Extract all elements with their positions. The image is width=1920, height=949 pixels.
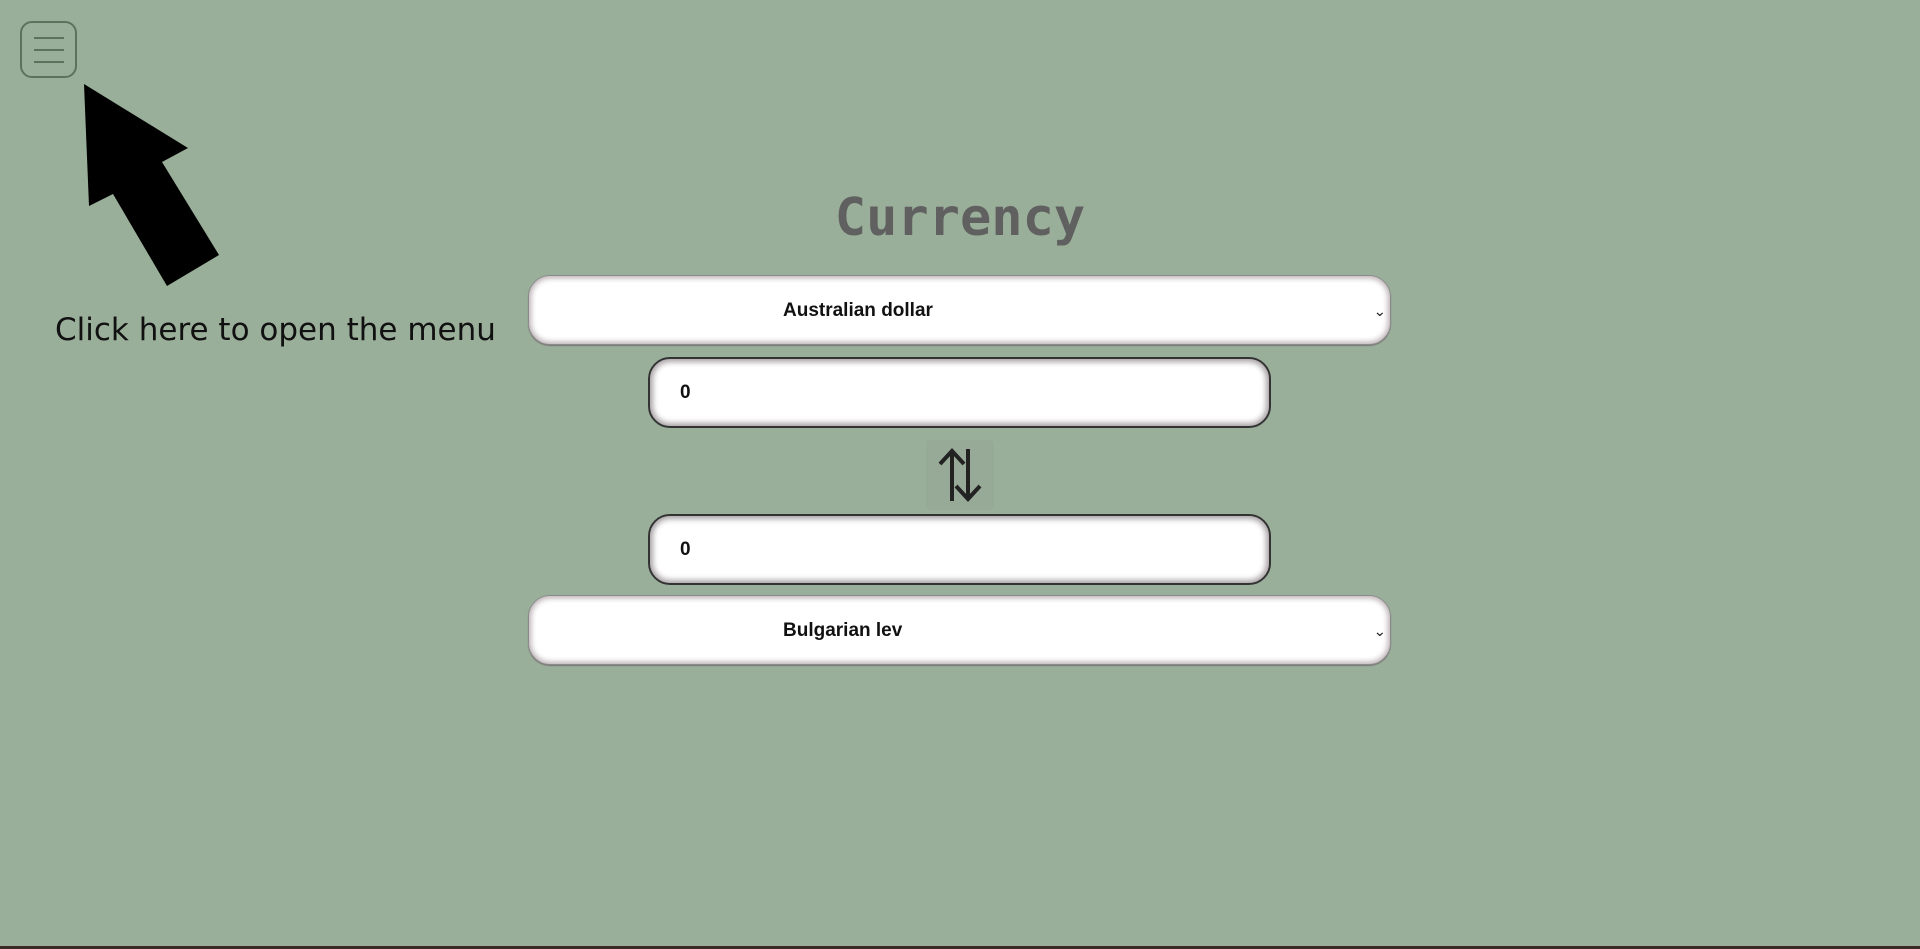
page-title: Currency xyxy=(834,188,1086,248)
currency-converter-page: Click here to open the menu Currency Aus… xyxy=(0,0,1920,946)
to-amount-input[interactable]: 0 xyxy=(648,514,1271,585)
hamburger-menu-icon xyxy=(34,37,64,39)
chevron-down-icon: ⌄ xyxy=(1373,303,1387,319)
swap-arrows-icon xyxy=(938,448,982,502)
chevron-down-icon: ⌄ xyxy=(1373,623,1387,639)
from-amount-value: 0 xyxy=(680,382,691,403)
to-currency-select[interactable]: Bulgarian lev ⌄ xyxy=(528,595,1391,665)
menu-hint-text: Click here to open the menu xyxy=(55,312,496,348)
swap-button[interactable] xyxy=(926,440,994,510)
from-currency-select[interactable]: Australian dollar ⌄ xyxy=(528,275,1391,345)
from-currency-value: Australian dollar xyxy=(783,300,933,321)
menu-button[interactable] xyxy=(20,21,77,78)
to-currency-value: Bulgarian lev xyxy=(783,620,903,641)
pointer-arrow-icon xyxy=(84,84,219,286)
from-amount-input[interactable]: 0 xyxy=(648,357,1271,428)
to-amount-value: 0 xyxy=(680,539,691,560)
